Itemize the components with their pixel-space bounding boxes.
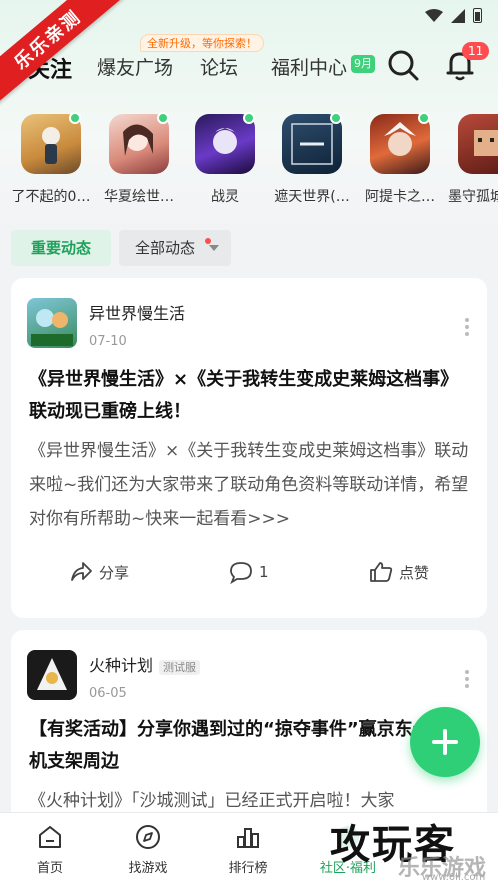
- comment-count: 1: [259, 563, 269, 581]
- wifi-icon: [425, 8, 443, 22]
- game-item[interactable]: 阿提卡之…: [352, 112, 448, 206]
- home-icon: [39, 826, 61, 848]
- comment-icon: [230, 562, 252, 584]
- search-icon[interactable]: [386, 48, 420, 82]
- community-icon: [337, 826, 359, 848]
- tab-forum[interactable]: 论坛: [200, 53, 238, 80]
- signal-icon: [451, 8, 465, 23]
- tab-important-updates[interactable]: 重要动态: [11, 230, 111, 266]
- post-date: 07-10: [89, 334, 127, 349]
- compass-icon: [136, 825, 160, 849]
- tab-all-label: 全部动态: [135, 239, 196, 257]
- update-dot: [157, 112, 169, 124]
- nav-home[interactable]: 首页: [10, 823, 90, 876]
- post-title[interactable]: 【有奖活动】分享你遇到过的“掠夺事件”赢京东卡、手机支架周边: [29, 714, 469, 778]
- welfare-month-badge: 9月: [351, 55, 375, 73]
- nav-find-games[interactable]: 找游戏: [108, 823, 188, 876]
- game-name: 遮天世界(…: [274, 189, 350, 205]
- nav-home-label: 首页: [36, 861, 63, 876]
- game-name: 阿提卡之…: [365, 189, 435, 205]
- game-name: 了不起的0…: [11, 189, 91, 205]
- nav-ranking-label: 排行榜: [228, 861, 268, 876]
- battery-icon: [473, 8, 482, 23]
- ranking-icon: [237, 828, 259, 848]
- share-label: 分享: [99, 563, 130, 582]
- post-date: 06-05: [89, 686, 127, 701]
- unread-dot: [205, 238, 211, 244]
- followed-games-row: 了不起的0… 华夏绘世… 战灵 遮天世界(… 阿提卡之… 墨守孤城: [0, 112, 498, 214]
- caret-down-icon: [209, 245, 219, 251]
- game-item[interactable]: 了不起的0…: [3, 112, 99, 206]
- thumbs-up-icon: [370, 562, 393, 582]
- like-button[interactable]: 点赞: [369, 560, 429, 584]
- game-name: 战灵: [211, 189, 239, 205]
- update-dot: [330, 112, 342, 124]
- post-card[interactable]: 异世界慢生活 07-10 《异世界慢生活》×《关于我转生变成史莱姆这档事》联动现…: [11, 278, 487, 618]
- post-author-row: 火种计划 测试服: [89, 652, 201, 676]
- update-dot: [69, 112, 81, 124]
- bottom-navigation: 首页 找游戏 排行榜 社区·福利: [0, 812, 498, 885]
- promo-bubble: 全新升级，等你探索！: [140, 34, 264, 52]
- game-item[interactable]: 墨守孤城: [440, 114, 498, 206]
- game-icon-moshou: [458, 114, 498, 174]
- nav-community-welfare[interactable]: 社区·福利: [308, 823, 388, 876]
- notification-count-badge: 11: [462, 42, 490, 60]
- game-name: 墨守孤城: [448, 189, 498, 205]
- tab-all-updates[interactable]: 全部动态: [119, 230, 231, 266]
- nav-community-label: 社区·福利: [319, 861, 377, 876]
- more-vertical-icon[interactable]: [465, 670, 469, 688]
- tab-welfare-center[interactable]: 福利中心: [271, 53, 347, 80]
- share-button[interactable]: 分享: [69, 560, 129, 584]
- nav-find-games-label: 找游戏: [128, 861, 168, 876]
- post-author[interactable]: 火种计划: [89, 656, 153, 675]
- nav-ranking[interactable]: 排行榜: [208, 823, 288, 876]
- more-vertical-icon[interactable]: [465, 318, 469, 336]
- update-dot: [243, 112, 255, 124]
- update-dot: [418, 112, 430, 124]
- avatar[interactable]: [27, 298, 77, 348]
- game-name: 华夏绘世…: [104, 189, 174, 205]
- post-author[interactable]: 异世界慢生活: [89, 300, 185, 324]
- tab-baoyou-square[interactable]: 爆友广场: [97, 53, 173, 80]
- post-summary[interactable]: 《异世界慢生活》×《关于我转生变成史莱姆这档事》联动来啦~我们还为大家带来了联动…: [29, 434, 469, 536]
- like-label: 点赞: [399, 563, 430, 582]
- create-post-button[interactable]: [410, 707, 480, 777]
- game-item[interactable]: 华夏绘世…: [91, 112, 187, 206]
- comment-button[interactable]: 1: [229, 560, 269, 584]
- post-title[interactable]: 《异世界慢生活》×《关于我转生变成史莱姆这档事》联动现已重磅上线！: [29, 364, 469, 428]
- game-item[interactable]: 战灵: [177, 112, 273, 206]
- avatar[interactable]: [27, 650, 77, 700]
- share-icon: [71, 562, 92, 581]
- top-navigation: 关注 爆友广场 全新升级，等你探索！ 论坛 福利中心 9月 11: [0, 34, 498, 90]
- game-item[interactable]: 遮天世界(…: [264, 112, 360, 206]
- server-tag: 测试服: [159, 659, 201, 675]
